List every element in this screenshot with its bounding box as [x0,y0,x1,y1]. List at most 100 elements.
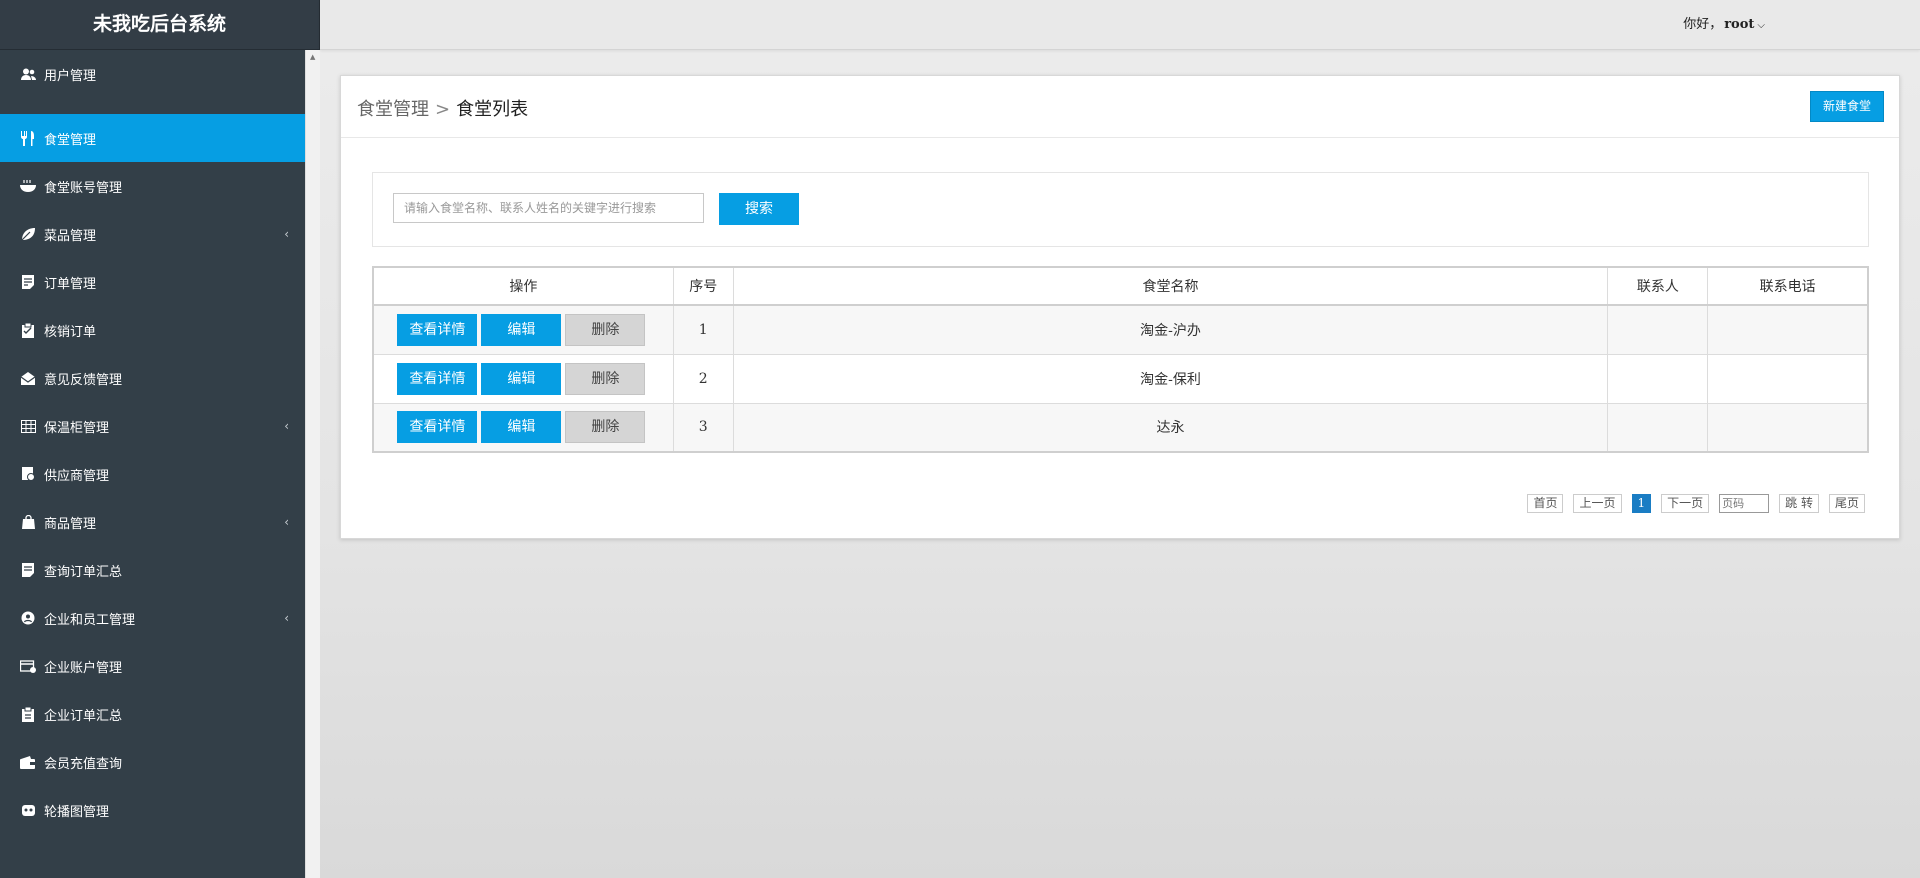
table-row: 查看详情 编辑 删除 3 达永 [372,402,1869,453]
column-header-actions: 操作 [372,266,674,306]
clipboard-check-icon [20,322,36,338]
delete-button[interactable]: 删除 [565,313,646,346]
first-page-button[interactable]: 首页 [1527,494,1564,513]
carousel-icon [20,802,36,818]
sidebar-item-users[interactable]: 用户管理 [0,50,305,98]
cell-index: 1 [672,304,734,355]
chevron-left-icon: ‹ [284,611,289,625]
sidebar-item-label: 意见反馈管理 [44,372,123,388]
view-details-button[interactable]: 查看详情 [397,411,478,444]
bowl-icon [20,178,36,194]
view-details-button[interactable]: 查看详情 [397,313,478,346]
cell-contact [1607,304,1709,355]
greeting-text: 你好， [1683,17,1723,32]
sidebar-item-label: 订单管理 [44,276,97,292]
cell-index: 3 [672,402,734,453]
sidebar-item-orders[interactable]: 订单管理 [0,258,305,306]
table-row: 查看详情 编辑 删除 1 淘金-沪办 [372,304,1869,355]
row-actions: 查看详情 编辑 删除 [372,304,674,355]
column-header-phone: 联系电话 [1707,266,1869,306]
search-input[interactable] [393,193,704,223]
last-page-button[interactable]: 尾页 [1828,494,1865,513]
mail-icon [20,370,36,386]
current-page[interactable]: 1 [1631,494,1652,513]
sidebar-item-canteen-accounts[interactable]: 食堂账号管理 [0,162,305,210]
sidebar-item-label: 供应商管理 [44,468,110,484]
cell-phone [1707,353,1869,404]
canteen-list-panel: 食堂管理 >食堂列表 新建食堂 搜索 操作 序号 食堂名称 联系人 联系电话 查看… [340,75,1900,539]
wallet-icon [20,754,36,770]
sidebar-item-company-accounts[interactable]: 企业账户管理 [0,642,305,690]
sidebar-item-label: 企业和员工管理 [44,612,136,628]
search-area: 搜索 [372,172,1869,247]
sidebar-item-dishes[interactable]: 菜品管理 ‹ [0,210,305,258]
edit-button[interactable]: 编辑 [481,411,562,444]
delete-button[interactable]: 删除 [565,362,646,395]
search-button[interactable]: 搜索 [719,193,799,225]
cell-phone [1707,402,1869,453]
scroll-up-arrow-icon[interactable]: ▲ [310,53,315,61]
summary-icon [20,706,36,722]
cell-canteen-name: 达永 [732,402,1609,453]
cell-index: 2 [672,353,734,404]
jump-button[interactable]: 跳 转 [1779,494,1819,513]
app-title: 未我吃后台系统 [0,0,320,50]
fork-knife-icon [20,130,36,146]
sidebar-item-feedback[interactable]: 意见反馈管理 [0,354,305,402]
sidebar-item-canteen[interactable]: 食堂管理 [0,114,305,162]
breadcrumb-parent[interactable]: 食堂管理 [357,99,429,120]
sidebar-item-label: 会员充值查询 [44,756,123,772]
sidebar-item-label: 食堂管理 [44,132,97,148]
sidebar-item-label: 商品管理 [44,516,97,532]
sidebar-item-label: 食堂账号管理 [44,180,123,196]
grid-icon [20,418,36,434]
view-details-button[interactable]: 查看详情 [397,362,478,395]
sidebar-item-warmers[interactable]: 保温柜管理 ‹ [0,402,305,450]
chevron-left-icon: ‹ [284,227,289,241]
edit-button[interactable]: 编辑 [481,362,562,395]
page-title: 食堂列表 [456,99,529,120]
sidebar-scrollbar[interactable]: ▲ [305,50,320,878]
row-actions: 查看详情 编辑 删除 [372,402,674,453]
sidebar-item-member-recharge[interactable]: 会员充值查询 [0,738,305,786]
leaf-icon [20,226,36,242]
sidebar-item-label: 菜品管理 [44,228,97,244]
sidebar-item-label: 企业订单汇总 [44,708,123,724]
cell-contact [1607,402,1709,453]
prev-page-button[interactable]: 上一页 [1573,494,1622,513]
sidebar-item-order-summary[interactable]: 查询订单汇总 [0,546,305,594]
pagination: 首页 上一页 1 下一页 跳 转 尾页 [1527,494,1865,513]
new-canteen-button[interactable]: 新建食堂 [1810,91,1884,122]
next-page-button[interactable]: 下一页 [1661,494,1710,513]
supplier-icon [20,466,36,482]
delete-button[interactable]: 删除 [565,411,646,444]
column-header-index: 序号 [672,266,734,306]
breadcrumb-separator: > [435,99,451,120]
username: root [1724,17,1755,32]
sidebar-item-company-order-summary[interactable]: 企业订单汇总 [0,690,305,738]
sidebar-item-label: 核销订单 [44,324,97,340]
sidebar-item-label: 保温柜管理 [44,420,110,436]
sidebar-item-companies[interactable]: 企业和员工管理 ‹ [0,594,305,642]
column-header-canteen-name: 食堂名称 [732,266,1609,306]
sidebar: 用户管理 食堂管理 食堂账号管理 菜品管理 ‹ 订单管理 核销订单 意见反馈管理… [0,50,305,878]
company-icon [20,610,36,626]
sidebar-item-verify-orders[interactable]: 核销订单 [0,306,305,354]
sidebar-item-suppliers[interactable]: 供应商管理 [0,450,305,498]
row-actions: 查看详情 编辑 删除 [372,353,674,404]
edit-button[interactable]: 编辑 [481,313,562,346]
cell-canteen-name: 淘金-保利 [732,353,1609,404]
sidebar-item-carousel[interactable]: 轮播图管理 [0,786,305,834]
user-menu[interactable]: 你好， root ⌵ [1683,13,1765,32]
sidebar-item-label: 企业账户管理 [44,660,123,676]
page-number-input[interactable] [1719,494,1770,513]
breadcrumb: 食堂管理 > 食堂列表 [357,95,528,121]
report-icon [20,562,36,578]
order-doc-icon [20,274,36,290]
cell-phone [1707,304,1869,355]
top-header: 你好， root ⌵ [320,0,1920,50]
users-icon [20,66,36,82]
column-header-contact: 联系人 [1607,266,1709,306]
chevron-down-icon: ⌵ [1757,20,1765,31]
sidebar-item-goods[interactable]: 商品管理 ‹ [0,498,305,546]
